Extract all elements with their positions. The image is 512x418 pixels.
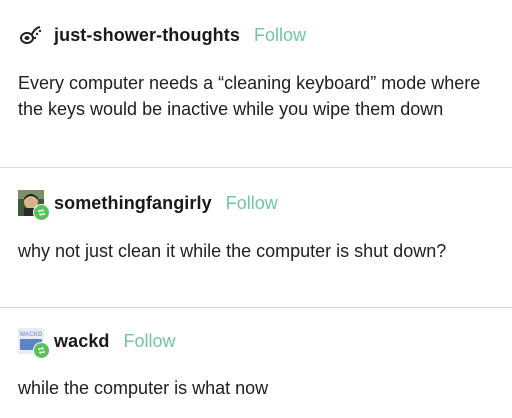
username[interactable]: just-shower-thoughts [54,25,240,46]
reblog-icon [33,204,50,221]
divider [0,307,512,308]
shower-thought-avatar-icon[interactable] [18,22,44,48]
reblog-icon [33,342,50,359]
divider [0,167,512,168]
post-header: just-shower-thoughts Follow [18,22,306,48]
follow-button[interactable]: Follow [254,25,306,46]
post-text: Every computer needs a “cleaning keyboar… [18,73,481,119]
reblog-arrows-graphic [38,209,45,216]
post-header: WACKD wackd Follow [18,328,176,359]
reblog-arrows-graphic [38,347,45,354]
follow-button[interactable]: Follow [226,193,278,214]
follow-button[interactable]: Follow [124,331,176,352]
character-avatar-icon[interactable] [18,190,50,221]
username[interactable]: wackd [54,331,110,352]
post-header: somethingfangirly Follow [18,190,278,221]
shower-thought-avatar-graphic [20,26,42,44]
username[interactable]: somethingfangirly [54,193,212,214]
post-text: why not just clean it while the computer… [18,241,447,261]
wackd-logo-text: WACKD [20,332,43,338]
wackd-logo-avatar-icon[interactable]: WACKD [18,328,50,359]
post-text: while the computer is what now [18,378,269,398]
